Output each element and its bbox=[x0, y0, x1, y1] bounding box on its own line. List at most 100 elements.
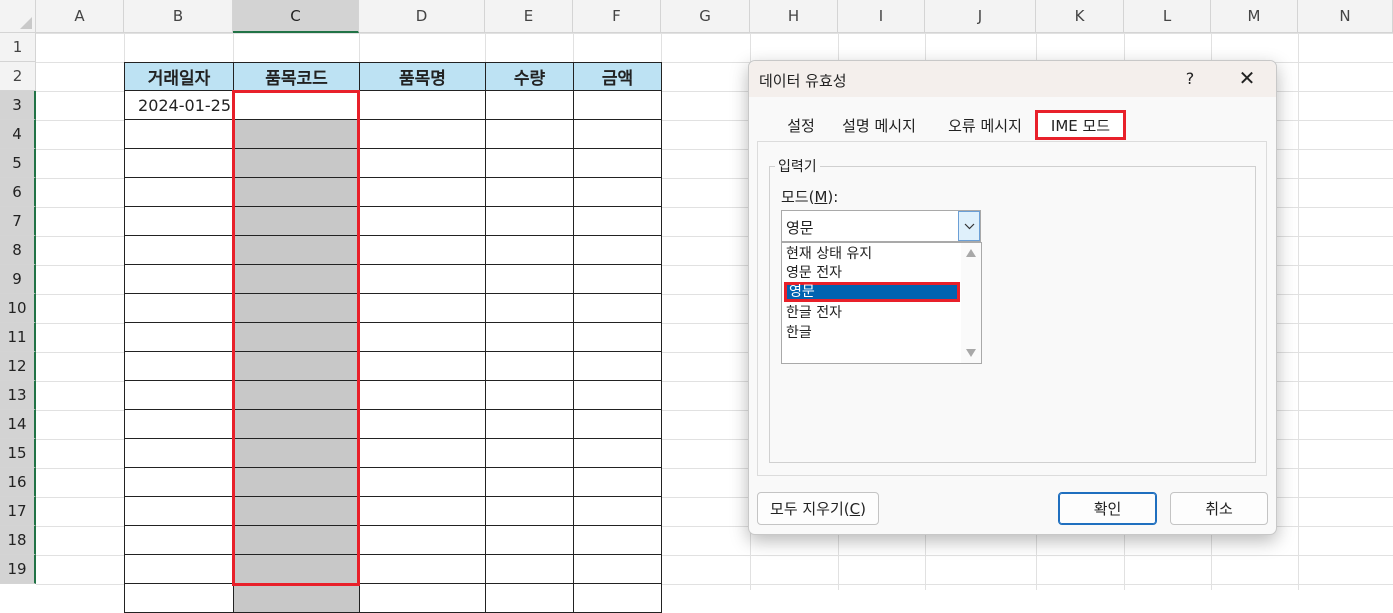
table-cell[interactable] bbox=[485, 90, 574, 120]
table-cell[interactable] bbox=[573, 583, 662, 613]
table-cell[interactable] bbox=[124, 351, 234, 381]
dialog-titlebar[interactable]: 데이터 유효성 ? ✕ bbox=[749, 61, 1276, 97]
row-header-5[interactable]: 5 bbox=[0, 149, 36, 178]
table-cell[interactable] bbox=[485, 148, 574, 178]
header-date[interactable]: 거래일자 bbox=[124, 62, 234, 91]
table-cell[interactable] bbox=[359, 496, 486, 526]
table-cell[interactable] bbox=[124, 119, 234, 149]
option-english[interactable]: 영문 bbox=[784, 282, 960, 302]
table-cell[interactable] bbox=[233, 583, 360, 613]
tab-error-alert[interactable]: 오류 메시지 bbox=[937, 110, 1033, 140]
cell-b3-date[interactable]: 2024-01-25 bbox=[124, 91, 234, 120]
column-header-f[interactable]: F bbox=[573, 0, 661, 33]
table-cell[interactable] bbox=[359, 264, 486, 294]
chevron-down-icon[interactable] bbox=[958, 211, 980, 241]
tab-input-message[interactable]: 설명 메시지 bbox=[833, 110, 925, 140]
column-header-e[interactable]: E bbox=[485, 0, 573, 33]
table-cell[interactable] bbox=[124, 496, 234, 526]
column-header-n[interactable]: N bbox=[1298, 0, 1393, 33]
column-header-h[interactable]: H bbox=[750, 0, 838, 33]
table-cell[interactable] bbox=[124, 206, 234, 236]
table-cell[interactable] bbox=[124, 148, 234, 178]
table-cell[interactable] bbox=[124, 177, 234, 207]
table-cell[interactable] bbox=[485, 119, 574, 149]
table-cell[interactable] bbox=[485, 525, 574, 555]
mode-dropdown[interactable]: 영문 bbox=[781, 210, 981, 242]
help-button[interactable]: ? bbox=[1179, 69, 1201, 88]
table-cell[interactable] bbox=[573, 235, 662, 265]
table-cell[interactable] bbox=[359, 583, 486, 613]
row-header-14[interactable]: 14 bbox=[0, 410, 36, 439]
row-header-15[interactable]: 15 bbox=[0, 439, 36, 468]
table-cell[interactable] bbox=[124, 525, 234, 555]
table-cell[interactable] bbox=[359, 235, 486, 265]
table-cell[interactable] bbox=[573, 322, 662, 352]
table-cell[interactable] bbox=[573, 409, 662, 439]
table-cell[interactable] bbox=[573, 148, 662, 178]
column-header-i[interactable]: I bbox=[838, 0, 925, 33]
table-cell[interactable] bbox=[359, 148, 486, 178]
table-cell[interactable] bbox=[573, 264, 662, 294]
clear-all-button[interactable]: 모두 지우기(C) bbox=[757, 492, 879, 525]
row-header-1[interactable]: 1 bbox=[0, 33, 36, 62]
tab-settings[interactable]: 설정 bbox=[771, 110, 831, 140]
table-cell[interactable] bbox=[485, 496, 574, 526]
table-cell[interactable] bbox=[124, 380, 234, 410]
table-cell[interactable] bbox=[124, 438, 234, 468]
table-cell[interactable] bbox=[359, 206, 486, 236]
table-cell[interactable] bbox=[573, 525, 662, 555]
row-header-2[interactable]: 2 bbox=[0, 62, 36, 91]
table-cell[interactable] bbox=[573, 496, 662, 526]
table-cell[interactable] bbox=[359, 438, 486, 468]
table-cell[interactable] bbox=[124, 264, 234, 294]
column-header-a[interactable]: A bbox=[36, 0, 124, 33]
table-cell[interactable] bbox=[573, 206, 662, 236]
column-header-g[interactable]: G bbox=[661, 0, 750, 33]
table-cell[interactable] bbox=[359, 351, 486, 381]
option-keep-current[interactable]: 현재 상태 유지 bbox=[784, 244, 960, 264]
row-header-7[interactable]: 7 bbox=[0, 207, 36, 236]
column-header-m[interactable]: M bbox=[1211, 0, 1298, 33]
table-cell[interactable] bbox=[124, 409, 234, 439]
table-cell[interactable] bbox=[124, 322, 234, 352]
table-cell[interactable] bbox=[359, 90, 486, 120]
table-cell[interactable] bbox=[485, 467, 574, 497]
row-header-18[interactable]: 18 bbox=[0, 526, 36, 555]
table-cell[interactable] bbox=[359, 554, 486, 584]
table-cell[interactable] bbox=[124, 583, 234, 613]
table-cell[interactable] bbox=[359, 409, 486, 439]
table-cell[interactable] bbox=[124, 235, 234, 265]
table-cell[interactable] bbox=[124, 554, 234, 584]
table-cell[interactable] bbox=[573, 293, 662, 323]
column-header-k[interactable]: K bbox=[1036, 0, 1124, 33]
column-header-c[interactable]: C bbox=[233, 0, 359, 33]
row-header-9[interactable]: 9 bbox=[0, 265, 36, 294]
table-cell[interactable] bbox=[573, 119, 662, 149]
row-header-13[interactable]: 13 bbox=[0, 381, 36, 410]
row-header-16[interactable]: 16 bbox=[0, 468, 36, 497]
row-header-19[interactable]: 19 bbox=[0, 555, 36, 584]
table-cell[interactable] bbox=[485, 235, 574, 265]
row-header-17[interactable]: 17 bbox=[0, 497, 36, 526]
table-cell[interactable] bbox=[124, 467, 234, 497]
table-cell[interactable] bbox=[573, 554, 662, 584]
table-cell[interactable] bbox=[573, 351, 662, 381]
table-cell[interactable] bbox=[573, 380, 662, 410]
header-item-name[interactable]: 품목명 bbox=[359, 62, 486, 91]
cancel-button[interactable]: 취소 bbox=[1170, 492, 1268, 525]
table-cell[interactable] bbox=[359, 177, 486, 207]
option-hangul[interactable]: 한글 bbox=[784, 323, 960, 343]
table-cell[interactable] bbox=[485, 351, 574, 381]
table-cell[interactable] bbox=[573, 467, 662, 497]
row-header-8[interactable]: 8 bbox=[0, 236, 36, 265]
select-all-corner[interactable] bbox=[0, 0, 36, 33]
table-cell[interactable] bbox=[124, 293, 234, 323]
row-header-4[interactable]: 4 bbox=[0, 120, 36, 149]
column-header-l[interactable]: L bbox=[1124, 0, 1211, 33]
table-cell[interactable] bbox=[359, 293, 486, 323]
header-quantity[interactable]: 수량 bbox=[485, 62, 574, 91]
close-button[interactable]: ✕ bbox=[1235, 66, 1259, 90]
table-cell[interactable] bbox=[485, 438, 574, 468]
table-cell[interactable] bbox=[485, 554, 574, 584]
row-header-10[interactable]: 10 bbox=[0, 294, 36, 323]
